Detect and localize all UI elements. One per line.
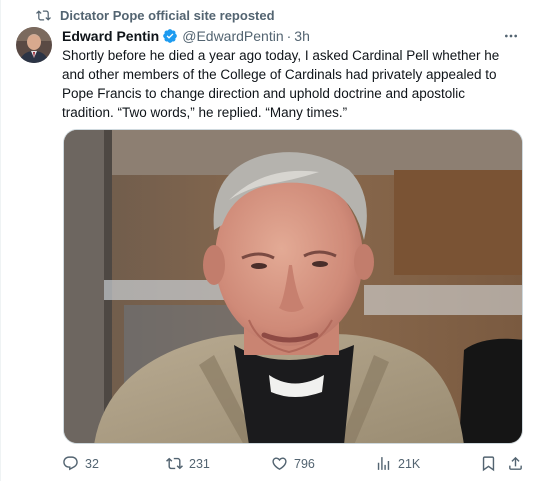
views-button[interactable]: 21K [375, 455, 420, 472]
more-icon [505, 34, 517, 38]
like-button[interactable]: 796 [271, 455, 315, 472]
bookmark-button[interactable] [480, 455, 497, 472]
separator-dot: · [286, 28, 292, 44]
tweet-actions: 32 231 796 21K [62, 455, 523, 475]
heart-icon [272, 457, 287, 470]
reply-icon [63, 456, 78, 471]
repost-icon [166, 457, 183, 470]
tweet-text: Shortly before he died a year ago today,… [62, 46, 524, 122]
like-count: 796 [294, 456, 315, 471]
views-chart-icon [377, 457, 390, 470]
more-options-button[interactable] [501, 27, 521, 45]
tweet-text-line: Pope Francis to change direction and uph… [62, 86, 466, 101]
tweet-photo[interactable] [63, 129, 523, 444]
bookmark-icon [482, 456, 495, 472]
repost-button[interactable]: 231 [166, 455, 210, 472]
share-button[interactable] [507, 455, 524, 472]
repost-label: Dictator Pope official site reposted [60, 7, 275, 23]
avatar[interactable] [16, 27, 52, 63]
tweet-header: Edward Pentin @EdwardPentin · 3h [62, 27, 521, 45]
views-count: 21K [398, 456, 421, 471]
timestamp[interactable]: 3h [294, 28, 310, 44]
timeline-border [0, 0, 1, 481]
reply-count: 32 [85, 456, 99, 471]
author-handle[interactable]: @EdwardPentin [182, 28, 283, 44]
repost-count: 231 [189, 456, 210, 471]
reply-button[interactable]: 32 [62, 455, 99, 472]
verified-badge-icon [163, 29, 178, 43]
repost-icon [36, 8, 51, 23]
tweet-text-line: and other members of the College of Card… [62, 67, 497, 82]
share-icon [509, 456, 522, 470]
author-name[interactable]: Edward Pentin [62, 28, 159, 44]
tweet-text-line: Shortly before he died a year ago today,… [62, 48, 500, 63]
repost-context[interactable]: Dictator Pope official site reposted [36, 7, 275, 23]
tweet-text-line: tradition. “Two words,” he replied. “Man… [62, 105, 348, 120]
